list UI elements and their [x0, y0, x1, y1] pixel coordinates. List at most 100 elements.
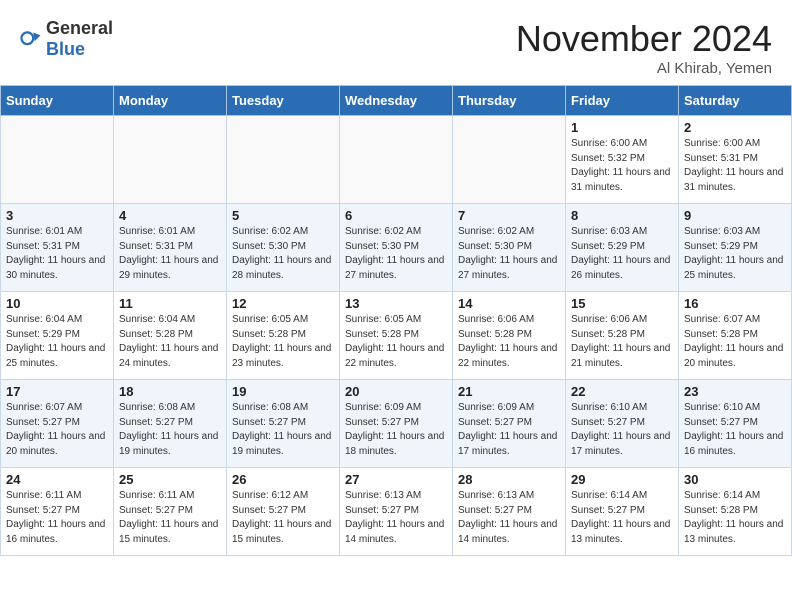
day-number: 17 — [6, 384, 108, 399]
day-number: 7 — [458, 208, 560, 223]
day-info: Sunrise: 6:05 AMSunset: 5:28 PMDaylight:… — [232, 313, 334, 371]
day-number: 5 — [232, 208, 334, 223]
calendar-week-row: 10 Sunrise: 6:04 AMSunset: 5:29 PMDayligh… — [1, 292, 792, 380]
calendar-cell — [453, 116, 566, 204]
day-info: Sunrise: 6:10 AMSunset: 5:27 PMDaylight:… — [684, 401, 786, 459]
calendar-cell: 4 Sunrise: 6:01 AMSunset: 5:31 PMDaylight… — [114, 204, 227, 292]
day-number: 15 — [571, 296, 673, 311]
month-title: November 2024 — [516, 18, 772, 60]
day-info: Sunrise: 6:09 AMSunset: 5:27 PMDaylight:… — [458, 401, 560, 459]
logo-text-general: General — [46, 18, 113, 38]
calendar-header-row: SundayMondayTuesdayWednesdayThursdayFrid… — [1, 86, 792, 116]
day-info: Sunrise: 6:11 AMSunset: 5:27 PMDaylight:… — [119, 489, 221, 547]
calendar-cell: 11 Sunrise: 6:04 AMSunset: 5:28 PMDayligh… — [114, 292, 227, 380]
calendar-cell — [227, 116, 340, 204]
calendar-cell: 30 Sunrise: 6:14 AMSunset: 5:28 PMDayligh… — [679, 468, 792, 556]
day-info: Sunrise: 6:08 AMSunset: 5:27 PMDaylight:… — [232, 401, 334, 459]
day-info: Sunrise: 6:13 AMSunset: 5:27 PMDaylight:… — [458, 489, 560, 547]
calendar-cell: 25 Sunrise: 6:11 AMSunset: 5:27 PMDayligh… — [114, 468, 227, 556]
calendar-cell: 3Sunrise: 6:01 AMSunset: 5:31 PMDaylight… — [1, 204, 114, 292]
day-number: 29 — [571, 472, 673, 487]
calendar-cell — [340, 116, 453, 204]
calendar-cell: 5Sunrise: 6:02 AMSunset: 5:30 PMDaylight… — [227, 204, 340, 292]
day-number: 4 — [119, 208, 221, 223]
day-info: Sunrise: 6:14 AMSunset: 5:28 PMDaylight:… — [684, 489, 786, 547]
day-number: 10 — [6, 296, 108, 311]
calendar-cell: 9Sunrise: 6:03 AMSunset: 5:29 PMDaylight… — [679, 204, 792, 292]
day-info: Sunrise: 6:04 AMSunset: 5:29 PMDaylight:… — [6, 313, 108, 371]
day-info: Sunrise: 6:00 AMSunset: 5:31 PMDaylight:… — [684, 137, 786, 195]
day-number: 27 — [345, 472, 447, 487]
day-info: Sunrise: 6:07 AMSunset: 5:28 PMDaylight:… — [684, 313, 786, 371]
day-number: 25 — [119, 472, 221, 487]
calendar-cell: 15Sunrise: 6:06 AMSunset: 5:28 PMDayligh… — [566, 292, 679, 380]
day-number: 6 — [345, 208, 447, 223]
calendar-cell: 27Sunrise: 6:13 AMSunset: 5:27 PMDayligh… — [340, 468, 453, 556]
column-header-tuesday: Tuesday — [227, 86, 340, 116]
calendar-cell: 18 Sunrise: 6:08 AMSunset: 5:27 PMDayligh… — [114, 380, 227, 468]
day-number: 18 — [119, 384, 221, 399]
calendar-cell: 24 Sunrise: 6:11 AMSunset: 5:27 PMDayligh… — [1, 468, 114, 556]
day-info: Sunrise: 6:00 AMSunset: 5:32 PMDaylight:… — [571, 137, 673, 195]
day-info: Sunrise: 6:01 AMSunset: 5:31 PMDaylight:… — [6, 225, 108, 283]
day-info: Sunrise: 6:06 AMSunset: 5:28 PMDaylight:… — [458, 313, 560, 371]
calendar-cell: 19 Sunrise: 6:08 AMSunset: 5:27 PMDayligh… — [227, 380, 340, 468]
day-info: Sunrise: 6:04 AMSunset: 5:28 PMDaylight:… — [119, 313, 221, 371]
day-info: Sunrise: 6:02 AMSunset: 5:30 PMDaylight:… — [345, 225, 447, 283]
day-number: 22 — [571, 384, 673, 399]
column-header-monday: Monday — [114, 86, 227, 116]
day-number: 1 — [571, 120, 673, 135]
title-block: November 2024 Al Khirab, Yemen — [516, 18, 772, 77]
day-info: Sunrise: 6:09 AMSunset: 5:27 PMDaylight:… — [345, 401, 447, 459]
day-number: 12 — [232, 296, 334, 311]
calendar-cell: 14Sunrise: 6:06 AMSunset: 5:28 PMDayligh… — [453, 292, 566, 380]
day-info: Sunrise: 6:12 AMSunset: 5:27 PMDaylight:… — [232, 489, 334, 547]
day-number: 20 — [345, 384, 447, 399]
day-info: Sunrise: 6:11 AMSunset: 5:27 PMDaylight:… — [6, 489, 108, 547]
calendar-cell: 29Sunrise: 6:14 AMSunset: 5:27 PMDayligh… — [566, 468, 679, 556]
calendar-cell: 2 Sunrise: 6:00 AMSunset: 5:31 PMDaylight… — [679, 116, 792, 204]
page-header: General Blue November 2024 Al Khirab, Ye… — [0, 0, 792, 85]
logo-icon — [20, 28, 42, 50]
day-number: 8 — [571, 208, 673, 223]
calendar-week-row: 1 Sunrise: 6:00 AMSunset: 5:32 PMDaylight… — [1, 116, 792, 204]
calendar-cell: 22 Sunrise: 6:10 AMSunset: 5:27 PMDayligh… — [566, 380, 679, 468]
day-number: 19 — [232, 384, 334, 399]
column-header-wednesday: Wednesday — [340, 86, 453, 116]
calendar-cell: 26Sunrise: 6:12 AMSunset: 5:27 PMDayligh… — [227, 468, 340, 556]
calendar-week-row: 24 Sunrise: 6:11 AMSunset: 5:27 PMDayligh… — [1, 468, 792, 556]
calendar-cell: 12 Sunrise: 6:05 AMSunset: 5:28 PMDayligh… — [227, 292, 340, 380]
calendar-cell: 17 Sunrise: 6:07 AMSunset: 5:27 PMDayligh… — [1, 380, 114, 468]
day-info: Sunrise: 6:02 AMSunset: 5:30 PMDaylight:… — [458, 225, 560, 283]
day-number: 23 — [684, 384, 786, 399]
calendar-cell: 23 Sunrise: 6:10 AMSunset: 5:27 PMDayligh… — [679, 380, 792, 468]
day-number: 30 — [684, 472, 786, 487]
day-number: 28 — [458, 472, 560, 487]
column-header-saturday: Saturday — [679, 86, 792, 116]
calendar-cell — [114, 116, 227, 204]
day-info: Sunrise: 6:03 AMSunset: 5:29 PMDaylight:… — [684, 225, 786, 283]
column-header-thursday: Thursday — [453, 86, 566, 116]
calendar-cell: 13 Sunrise: 6:05 AMSunset: 5:28 PMDayligh… — [340, 292, 453, 380]
calendar-cell: 28 Sunrise: 6:13 AMSunset: 5:27 PMDayligh… — [453, 468, 566, 556]
calendar-cell: 8 Sunrise: 6:03 AMSunset: 5:29 PMDaylight… — [566, 204, 679, 292]
day-info: Sunrise: 6:03 AMSunset: 5:29 PMDaylight:… — [571, 225, 673, 283]
day-number: 24 — [6, 472, 108, 487]
calendar-cell: 1 Sunrise: 6:00 AMSunset: 5:32 PMDaylight… — [566, 116, 679, 204]
calendar-week-row: 3Sunrise: 6:01 AMSunset: 5:31 PMDaylight… — [1, 204, 792, 292]
calendar-cell — [1, 116, 114, 204]
logo: General Blue — [20, 18, 113, 60]
calendar-table: SundayMondayTuesdayWednesdayThursdayFrid… — [0, 85, 792, 556]
calendar-cell: 21Sunrise: 6:09 AMSunset: 5:27 PMDayligh… — [453, 380, 566, 468]
calendar-cell: 16Sunrise: 6:07 AMSunset: 5:28 PMDayligh… — [679, 292, 792, 380]
day-number: 2 — [684, 120, 786, 135]
calendar-cell: 10 Sunrise: 6:04 AMSunset: 5:29 PMDayligh… — [1, 292, 114, 380]
day-info: Sunrise: 6:08 AMSunset: 5:27 PMDaylight:… — [119, 401, 221, 459]
day-info: Sunrise: 6:01 AMSunset: 5:31 PMDaylight:… — [119, 225, 221, 283]
day-number: 13 — [345, 296, 447, 311]
day-info: Sunrise: 6:05 AMSunset: 5:28 PMDaylight:… — [345, 313, 447, 371]
column-header-friday: Friday — [566, 86, 679, 116]
day-info: Sunrise: 6:10 AMSunset: 5:27 PMDaylight:… — [571, 401, 673, 459]
day-number: 11 — [119, 296, 221, 311]
day-info: Sunrise: 6:07 AMSunset: 5:27 PMDaylight:… — [6, 401, 108, 459]
